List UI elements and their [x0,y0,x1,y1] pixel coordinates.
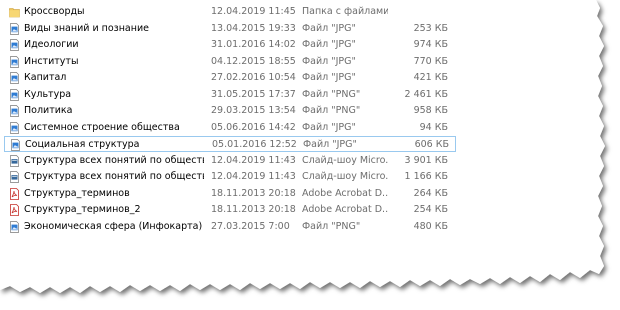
file-row[interactable]: Структура_терминов_2 18.11.2013 20:18 Adob… [4,202,456,218]
file-date: 27.03.2015 7:00 [211,220,290,232]
file-name: Кроссворды [24,6,85,17]
file-name: Экономическая сфера (Инфокарта) [24,220,203,232]
file-size: 3 901 КБ [404,154,448,166]
explorer-screenshot: Кроссворды 12.04.2019 11:45 Папка с файлам… [0,0,620,310]
file-type: Файл "JPG" [302,22,356,34]
file-name: Виды знаний и познание [24,22,149,34]
file-type: Adobe Acrobat D... [302,204,388,215]
file-date: 05.01.2016 12:52 [212,139,297,150]
file-row[interactable]: Институты 04.12.2015 18:55 Файл "JPG" 770 К… [4,54,456,70]
file-row[interactable]: Системное строение общества 05.06.2016 14… [4,120,456,136]
file-size: 254 КБ [413,204,448,215]
file-row[interactable]: Политика 29.03.2015 13:54 Файл "PNG" 958 КБ [4,103,456,119]
file-row[interactable]: Культура 31.05.2015 17:37 Файл "PNG" 2 461 … [4,87,456,103]
file-row[interactable]: Структура всех понятий по обществу 12.04.… [4,169,456,185]
file-name: Социальная структура [25,139,140,150]
file-date: 12.04.2019 11:43 [211,171,296,182]
file-size: 2 461 КБ [404,88,448,100]
file-size: 253 КБ [413,22,448,34]
file-name: Капитал [24,72,67,83]
file-date: 29.03.2015 13:54 [211,105,296,116]
pdf-file-icon [10,204,19,216]
file-name: Политика [24,105,73,116]
image-file-icon [10,55,19,68]
file-type: Папка с файлами [302,6,388,17]
file-size: 958 КБ [413,105,448,116]
file-date: 18.11.2013 20:18 [211,187,296,199]
file-row[interactable]: Социальная структура 05.01.2016 12:52 Файл… [4,136,456,152]
file-row[interactable]: Идеологии 31.01.2016 14:02 Файл "JPG" 974 К… [4,37,456,53]
file-row[interactable]: Экономическая сфера (Инфокарта) 27.03.201… [4,219,456,235]
file-type: Файл "JPG" [303,139,357,150]
file-type: Слайд-шоу Micro... [302,154,388,166]
file-date: 04.12.2015 18:55 [211,55,296,67]
file-row[interactable]: Структура всех понятий по обществу 12.04.… [4,153,456,169]
image-file-icon [10,88,19,101]
file-size: 264 КБ [413,187,448,199]
image-file-icon [11,139,20,151]
file-date: 27.02.2016 10:54 [211,72,296,83]
image-file-icon [10,72,19,84]
file-size: 606 КБ [414,139,449,150]
file-date: 31.05.2015 17:37 [211,88,296,100]
file-size [388,4,448,20]
file-size: 1 166 КБ [404,171,448,182]
file-date: 18.11.2013 20:18 [211,204,296,215]
file-date: 05.06.2016 14:42 [211,121,296,133]
file-type: Файл "PNG" [302,220,361,232]
file-date: 31.01.2016 14:02 [211,39,296,50]
file-size: 480 КБ [413,220,448,232]
image-file-icon [10,22,19,35]
file-name: Системное строение общества [24,121,180,133]
slideshow-file-icon [10,171,19,183]
file-name: Структура всех понятий по обществу [24,154,204,166]
image-file-icon [10,121,19,134]
slideshow-file-icon [10,154,19,167]
file-size: 974 КБ [413,39,448,50]
file-type: Файл "JPG" [302,55,356,67]
file-size: 421 КБ [413,72,448,83]
pdf-file-icon [10,187,19,200]
image-file-icon [10,220,19,233]
file-date: 13.04.2015 19:33 [211,22,296,34]
file-type: Файл "JPG" [302,72,356,83]
file-name: Структура_терминов_2 [24,204,141,215]
file-name: Институты [24,55,79,67]
file-type: Adobe Acrobat D... [302,187,388,199]
file-name: Структура_терминов [24,187,130,199]
file-type: Слайд-шоу Micro... [302,171,388,182]
image-file-icon [10,39,19,51]
image-file-icon [10,105,19,117]
file-row[interactable]: Виды знаний и познание 13.04.2015 19:33 Фа… [4,21,456,37]
file-size: 770 КБ [413,55,448,67]
file-name: Культура [24,88,72,100]
file-date: 12.04.2019 11:45 [211,6,296,17]
file-row[interactable]: Капитал 27.02.2016 10:54 Файл "JPG" 421 КБ [4,70,456,86]
file-type: Файл "JPG" [302,121,356,133]
file-date: 12.04.2019 11:43 [211,154,296,166]
file-size: 94 КБ [419,121,448,133]
file-row[interactable]: Структура_терминов 18.11.2013 20:18 Adobe … [4,186,456,202]
file-type: Файл "PNG" [302,88,361,100]
folder-icon [9,8,20,18]
file-type: Файл "PNG" [302,105,361,116]
file-name: Идеологии [24,39,79,50]
file-row[interactable]: Кроссворды 12.04.2019 11:45 Папка с файлам… [4,4,456,20]
file-name: Структура всех понятий по обществу [24,171,204,182]
file-type: Файл "JPG" [302,39,356,50]
